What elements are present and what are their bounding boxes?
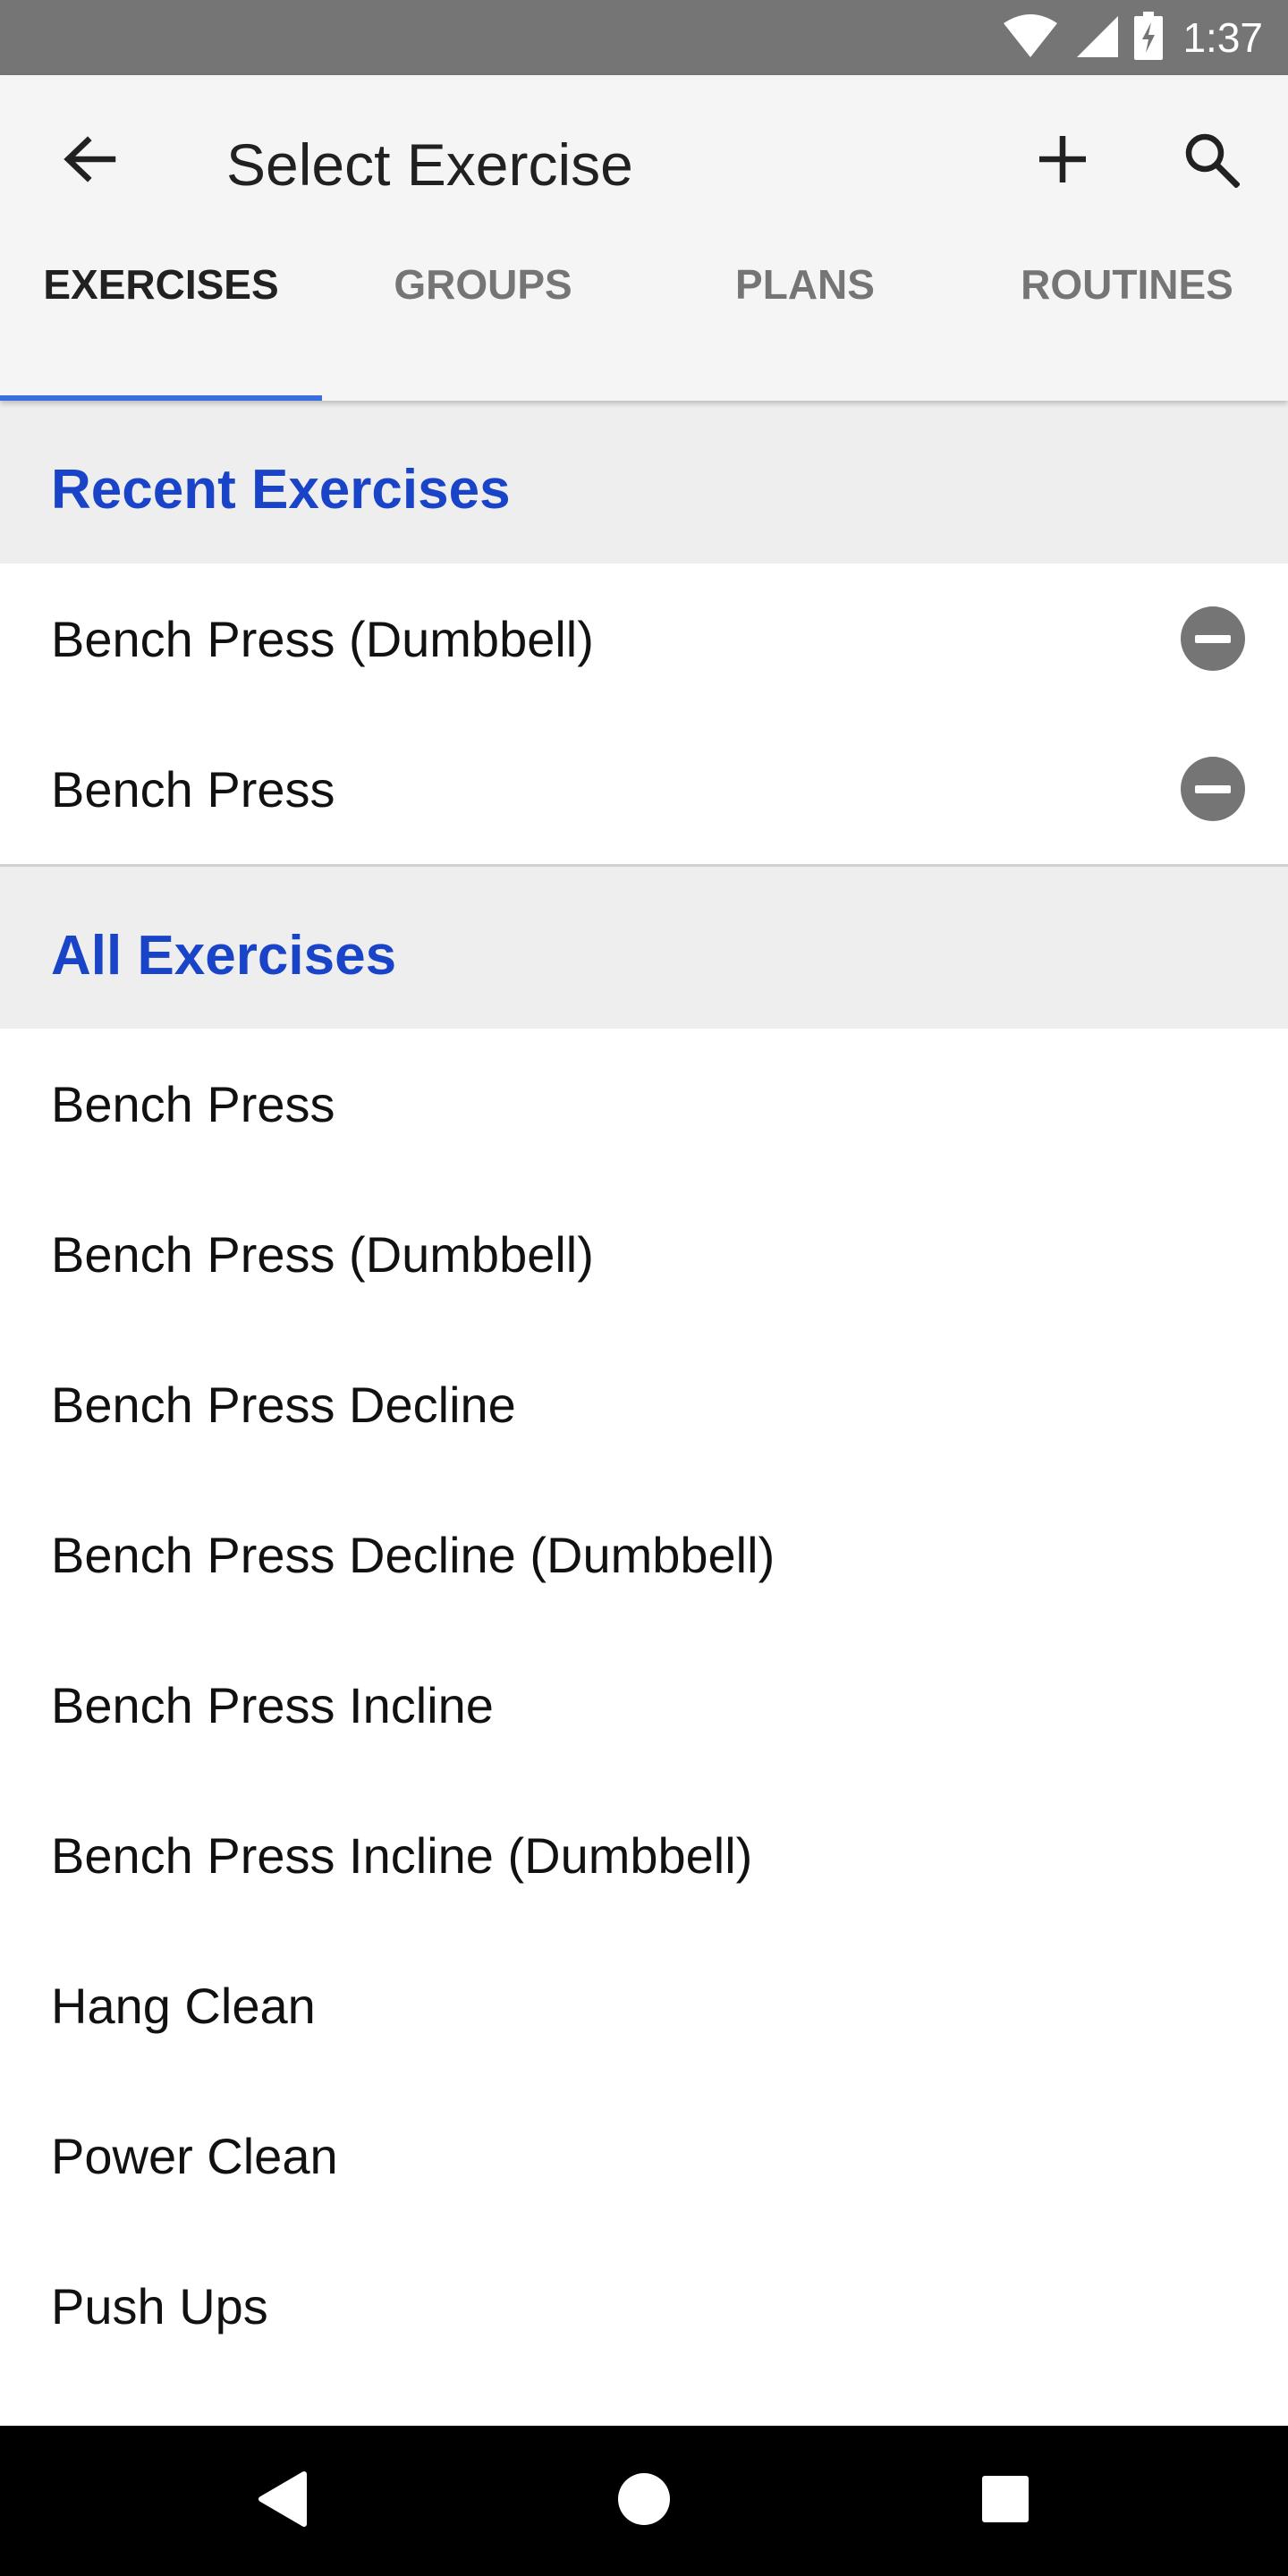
tab-groups[interactable]: GROUPS <box>322 261 644 401</box>
home-circle-icon <box>615 2470 673 2532</box>
arrow-back-icon <box>61 131 118 192</box>
toolbar: Select Exercise <box>0 75 1288 254</box>
tab-plans[interactable]: PLANS <box>644 261 966 401</box>
exercise-name: Power Clean <box>51 2127 338 2184</box>
navigation-bar <box>0 2426 1288 2576</box>
cellular-signal-icon <box>1073 13 1120 64</box>
exercise-list-item[interactable]: Bench Press Incline (Dumbbell) <box>0 1780 1288 1930</box>
exercise-name: Push Ups <box>51 2277 268 2334</box>
search-button[interactable] <box>1157 107 1265 215</box>
all-exercises-header: All Exercises <box>0 867 1288 1029</box>
status-bar: 1:37 <box>0 0 1288 75</box>
recents-square-icon <box>980 2474 1030 2529</box>
minus-icon <box>1195 784 1231 793</box>
recent-exercise-item[interactable]: Bench Press (Dumbbell) <box>0 564 1288 714</box>
back-button[interactable] <box>36 107 143 215</box>
exercise-list-item[interactable]: Bench Press <box>0 1029 1288 1179</box>
exercise-list-item[interactable]: Bench Press Incline <box>0 1630 1288 1780</box>
exercise-list-item[interactable]: Bench Press Decline <box>0 1329 1288 1479</box>
battery-charging-icon <box>1134 11 1164 64</box>
tab-bar: EXERCISES GROUPS PLANS ROUTINES <box>0 261 1288 401</box>
exercise-name: Bench Press (Dumbbell) <box>51 610 594 667</box>
wifi-icon <box>1002 13 1059 64</box>
tab-routines[interactable]: ROUTINES <box>966 261 1288 401</box>
tab-exercises[interactable]: EXERCISES <box>0 261 322 401</box>
exercise-name: Bench Press Decline <box>51 1376 516 1433</box>
nav-home-button[interactable] <box>599 2456 689 2546</box>
exercise-list-item[interactable]: Bench Press (Dumbbell) <box>0 1179 1288 1329</box>
search-icon <box>1182 131 1241 192</box>
exercise-list-item[interactable]: Bench Press Decline (Dumbbell) <box>0 1479 1288 1630</box>
add-exercise-button[interactable] <box>1009 107 1116 215</box>
exercise-name: Bench Press Decline (Dumbbell) <box>51 1526 775 1583</box>
exercise-list-item[interactable]: Hang Clean <box>0 1930 1288 2080</box>
minus-icon <box>1195 634 1231 643</box>
exercise-name: Bench Press Incline <box>51 1676 494 1733</box>
page-title: Select Exercise <box>226 131 633 198</box>
nav-recents-button[interactable] <box>961 2456 1050 2546</box>
back-triangle-icon <box>256 2470 309 2532</box>
recent-exercise-item[interactable]: Bench Press <box>0 714 1288 864</box>
tab-label: ROUTINES <box>1021 261 1233 308</box>
tab-label: PLANS <box>735 261 875 308</box>
exercise-name: Bench Press <box>51 1075 335 1132</box>
exercise-name: Bench Press Incline (Dumbbell) <box>51 1826 753 1884</box>
remove-recent-button[interactable] <box>1181 606 1245 671</box>
add-icon <box>1038 134 1088 189</box>
exercise-list-item[interactable]: Push Ups <box>0 2231 1288 2381</box>
exercise-name: Hang Clean <box>51 1977 316 2034</box>
tab-label: GROUPS <box>394 261 572 308</box>
status-icons: 1:37 <box>1002 0 1263 75</box>
recent-exercises-header: Recent Exercises <box>0 401 1288 564</box>
exercise-name: Bench Press (Dumbbell) <box>51 1225 594 1283</box>
status-time: 1:37 <box>1182 14 1263 61</box>
exercise-name: Bench Press <box>51 760 335 818</box>
remove-recent-button[interactable] <box>1181 757 1245 821</box>
app-bar: Select Exercise EXERCISES GROUPS PLANS R… <box>0 75 1288 401</box>
nav-back-button[interactable] <box>238 2456 327 2546</box>
exercise-list-item[interactable]: Power Clean <box>0 2080 1288 2231</box>
tab-label: EXERCISES <box>43 261 279 308</box>
